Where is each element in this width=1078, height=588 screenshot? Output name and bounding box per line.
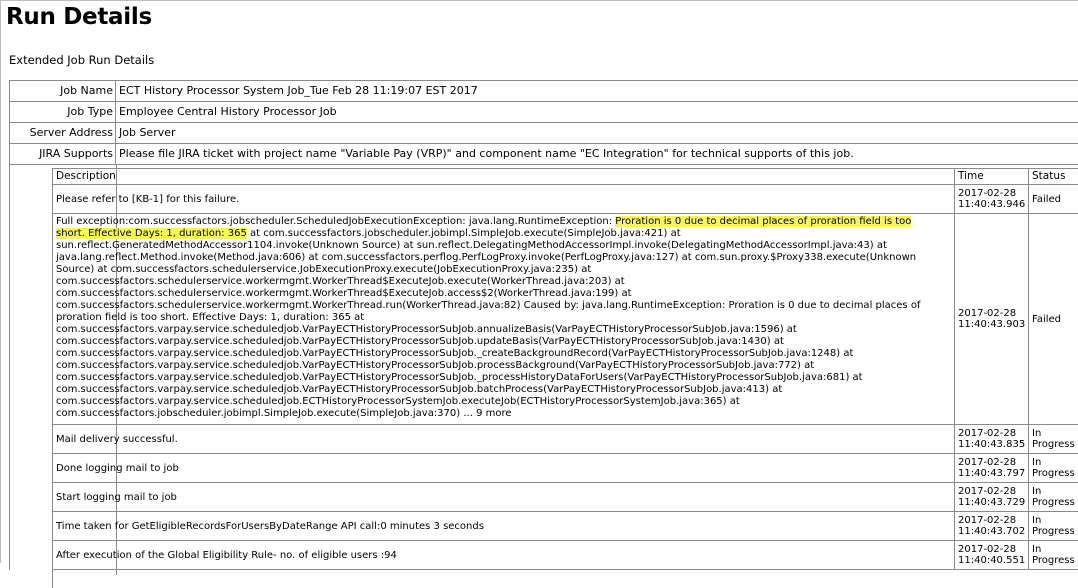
info-value: Employee Central History Processor Job (119, 105, 337, 118)
info-value: ECT History Processor System Job_Tue Feb… (119, 84, 478, 97)
info-label: Job Name (10, 81, 116, 101)
info-label: Job Type (10, 102, 116, 122)
row-time: 2017-02-28 11:40:43.835 (955, 425, 1029, 453)
table-row: Time taken for GetEligibleRecordsForUser… (53, 512, 1078, 541)
info-label: JIRA Supports (10, 144, 116, 164)
table-row: Start logging mail to job 2017-02-28 11:… (53, 483, 1078, 512)
row-status: In Progress (1032, 428, 1075, 450)
run-log-table: Description Time Status Please refer to … (52, 168, 1078, 588)
row-time: 2017-02-28 11:40:43.903 (955, 214, 1029, 424)
info-row-job-name: Job Name ECT History Processor System Jo… (10, 81, 1078, 102)
table-row: Done logging mail to job 2017-02-28 11:4… (53, 454, 1078, 483)
row-description: Please refer to [KB-1] for this failure. (53, 185, 955, 213)
row-status: In Progress (1032, 544, 1075, 566)
row-time: 2017-02-28 11:40:43.946 (955, 185, 1029, 213)
column-header-description: Description (53, 169, 955, 185)
column-header-time: Time (955, 169, 1029, 185)
window-left-border (0, 0, 1, 563)
table-row: Full exception:com.successfactors.jobsch… (53, 214, 1078, 425)
table-row: Mail delivery successful. 2017-02-28 11:… (53, 425, 1078, 454)
row-status: In Progress (1032, 486, 1075, 508)
row-description: Mail delivery successful. (53, 425, 955, 453)
row-description: Time taken for GetEligibleRecordsForUser… (53, 512, 955, 540)
row-description: Start logging mail to job (53, 483, 955, 511)
info-value: Please file JIRA ticket with project nam… (119, 147, 854, 160)
table-row: After execution of the Global Eligibilit… (53, 541, 1078, 570)
exception-trace: Full exception:com.successfactors.jobsch… (56, 216, 921, 419)
run-details-table: Job Name ECT History Processor System Jo… (9, 80, 1078, 588)
info-row-jira-supports: JIRA Supports Please file JIRA ticket wi… (10, 144, 1078, 165)
row-description: Full exception:com.successfactors.jobsch… (53, 214, 955, 424)
row-status: Failed (1032, 193, 1062, 205)
row-time: 2017-02-28 11:40:43.797 (955, 454, 1029, 482)
row-time: 2017-02-28 11:40:43.729 (955, 483, 1029, 511)
window-top-border (0, 0, 1078, 1)
page-subtitle: Extended Job Run Details (9, 53, 155, 67)
info-value: Job Server (119, 126, 176, 139)
info-row-job-type: Job Type Employee Central History Proces… (10, 102, 1078, 123)
row-status: In Progress (1032, 457, 1075, 479)
row-description: After execution of the Global Eligibilit… (53, 541, 955, 569)
row-status: Failed (1032, 313, 1062, 325)
info-row-server-address: Server Address Job Server (10, 123, 1078, 144)
row-time: 2017-02-28 11:40:43.702 (955, 512, 1029, 540)
row-time: 2017-02-28 11:40:40.551 (955, 541, 1029, 569)
info-label: Server Address (10, 123, 116, 143)
row-description: Done logging mail to job (53, 454, 955, 482)
table-row: Please refer to [KB-1] for this failure.… (53, 185, 1078, 214)
row-status: In Progress (1032, 515, 1075, 537)
column-header-status: Status (1029, 169, 1078, 185)
page-title: Run Details (6, 4, 152, 30)
